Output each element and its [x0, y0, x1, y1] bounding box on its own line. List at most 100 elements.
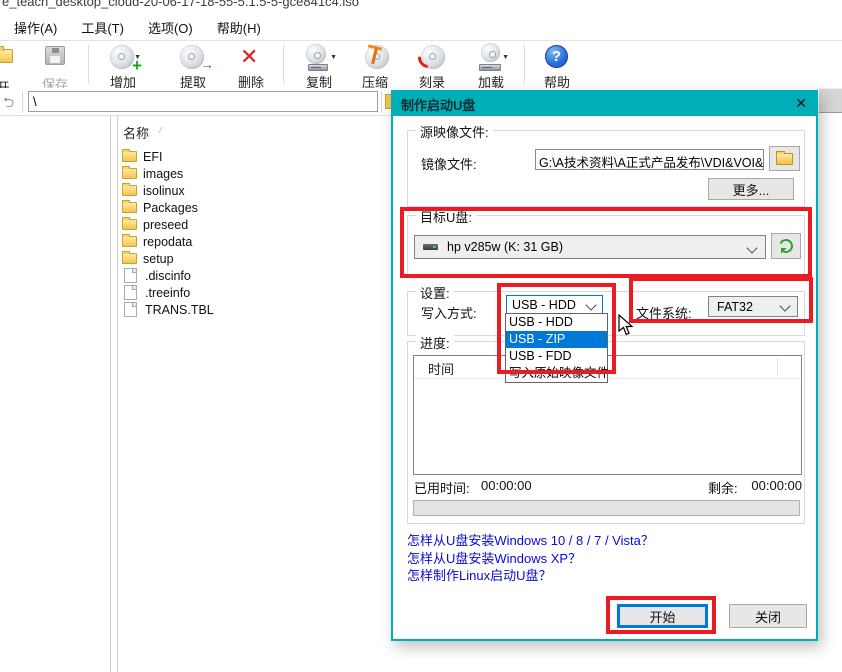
right-panel-header	[819, 88, 842, 113]
file-row[interactable]: .treeinfo	[120, 284, 190, 301]
target-usb-group: 目标U盘: hp v285w (K: 31 GB)	[407, 215, 805, 277]
mount-dropdown-arrow[interactable]: ▼	[502, 54, 509, 61]
write-method-dropdown-list: USB - HDD USB - ZIP USB - FDD 写入原始映像文件	[505, 313, 608, 383]
settings-group-label: 设置:	[416, 283, 454, 302]
elapsed-value: 00:00:00	[481, 478, 532, 493]
refresh-drives-button[interactable]	[771, 233, 801, 259]
add-dropdown-arrow[interactable]: ▼	[134, 54, 141, 61]
option-usb-fdd[interactable]: USB - FDD	[506, 348, 607, 365]
start-button[interactable]: 开始	[617, 604, 708, 628]
folder-icon	[122, 185, 137, 196]
browse-folder-icon	[776, 153, 793, 165]
address-bottom-separator	[0, 115, 391, 116]
source-image-group: 源映像文件: 镜像文件: G:\A技术资料\A正式产品发布\VDI&VOI&eD…	[407, 130, 805, 207]
target-usb-group-label: 目标U盘:	[416, 207, 476, 226]
mount-button[interactable]: ▼ 加载	[464, 43, 518, 87]
file-icon	[124, 285, 137, 300]
more-button[interactable]: 更多...	[708, 178, 794, 200]
elapsed-label: 已用时间:	[414, 478, 470, 497]
save-button[interactable]: 保存	[30, 43, 80, 87]
close-icon[interactable]: ✕	[795, 95, 807, 112]
folder-icon	[122, 151, 137, 162]
copy-button[interactable]: ↓ ▼ 复制	[292, 43, 346, 87]
address-separator	[381, 91, 382, 113]
compress-button[interactable]: 压缩	[352, 43, 398, 87]
column-name-header[interactable]: 名称	[123, 123, 149, 142]
open-button[interactable]: 开	[0, 43, 22, 87]
option-usb-zip[interactable]: USB - ZIP	[506, 331, 607, 348]
file-list-header[interactable]: 名称 ∕	[120, 121, 391, 143]
progress-bar	[413, 500, 800, 516]
link-make-linux-usb[interactable]: 怎样制作Linux启动U盘？	[407, 565, 551, 584]
file-row[interactable]: .discinfo	[120, 267, 191, 284]
sort-ascending-icon: ∕	[160, 125, 162, 135]
file-row[interactable]: setup	[120, 250, 174, 267]
mount-icon: ▼	[474, 44, 508, 71]
path-input[interactable]	[28, 91, 378, 112]
file-icon	[124, 302, 137, 317]
remaining-label: 剩余:	[708, 478, 738, 497]
panel-splitter[interactable]	[110, 116, 111, 672]
open-icon	[0, 49, 20, 76]
toolbar: 开 保存 + ▼ 增加 → 提取 ✕ 删除 ↓ ▼ 复制	[0, 41, 842, 88]
source-image-group-label: 源映像文件:	[416, 122, 493, 141]
address-separator	[22, 91, 23, 113]
filesystem-value: FAT32	[717, 300, 753, 314]
menu-tools[interactable]: 工具(T)	[71, 14, 134, 41]
chevron-down-icon	[779, 300, 790, 311]
write-method-combobox[interactable]: USB - HDD	[506, 295, 603, 315]
filesystem-label: 文件系统:	[636, 303, 692, 322]
column-divider	[777, 358, 778, 376]
refresh-icon	[779, 239, 793, 253]
file-row[interactable]: isolinux	[120, 182, 185, 199]
usb-drive-icon	[423, 244, 438, 250]
file-row[interactable]: Packages	[120, 199, 198, 216]
extract-button[interactable]: → 提取	[168, 43, 218, 87]
file-row[interactable]: TRANS.TBL	[120, 301, 214, 318]
copy-dropdown-arrow[interactable]: ▼	[330, 54, 337, 61]
save-icon	[38, 46, 72, 73]
delete-icon: ✕	[234, 44, 268, 71]
progress-group-label: 进度:	[416, 333, 454, 352]
add-icon: + ▼	[106, 44, 140, 71]
folder-icon	[122, 202, 137, 213]
menu-help[interactable]: 帮助(H)	[207, 14, 271, 41]
delete-button[interactable]: ✕ 删除	[226, 43, 276, 87]
mouse-cursor-icon	[618, 314, 634, 338]
file-row[interactable]: EFI	[120, 148, 162, 165]
menu-operation[interactable]: 操作(A)	[4, 14, 67, 41]
burn-button[interactable]: 刻录	[408, 43, 456, 87]
make-bootable-usb-dialog: 制作启动U盘 ✕ 源映像文件: 镜像文件: G:\A技术资料\A正式产品发布\V…	[391, 90, 818, 641]
close-button[interactable]: 关闭	[729, 604, 807, 628]
option-raw-image[interactable]: 写入原始映像文件	[506, 365, 607, 382]
remaining-value: 00:00:00	[751, 478, 802, 493]
menu-options[interactable]: 选项(O)	[138, 14, 203, 41]
filesystem-combobox[interactable]: FAT32	[708, 296, 798, 317]
column-time[interactable]: 时间	[428, 359, 454, 378]
extract-icon: →	[176, 44, 210, 71]
link-install-win10[interactable]: 怎样从U盘安装Windows 10 / 8 / 7 / Vista？	[407, 530, 654, 549]
folder-icon	[122, 253, 137, 264]
add-button[interactable]: + ▼ 增加	[96, 43, 150, 87]
file-row[interactable]: repodata	[120, 233, 192, 250]
window-titlebar: e_teach_desktop_cloud-20-06-17-18-55-5.1…	[0, 0, 700, 11]
dialog-titlebar[interactable]: 制作启动U盘 ✕	[393, 92, 816, 116]
target-drive-value: hp v285w (K: 31 GB)	[447, 240, 563, 254]
image-file-input[interactable]: G:\A技术资料\A正式产品发布\VDI&VOI&eDe	[535, 149, 764, 170]
browse-image-button[interactable]	[769, 146, 800, 171]
root-icon[interactable]: ⮌	[3, 92, 14, 116]
chevron-down-icon	[585, 299, 596, 310]
file-row[interactable]: preseed	[120, 216, 188, 233]
panel-splitter[interactable]	[117, 116, 118, 672]
window-title: e_teach_desktop_cloud-20-06-17-18-55-5.1…	[0, 0, 700, 9]
help-button[interactable]: ? 帮助	[533, 43, 581, 87]
file-icon	[124, 268, 137, 283]
burn-icon	[415, 44, 449, 71]
help-icon: ?	[540, 44, 574, 71]
menu-bar: 操作(A) 工具(T) 选项(O) 帮助(H)	[0, 14, 842, 40]
chevron-down-icon	[746, 242, 757, 253]
folder-icon	[122, 219, 137, 230]
option-usb-hdd[interactable]: USB - HDD	[506, 314, 607, 331]
file-row[interactable]: images	[120, 165, 183, 182]
target-drive-combobox[interactable]: hp v285w (K: 31 GB)	[414, 235, 766, 259]
